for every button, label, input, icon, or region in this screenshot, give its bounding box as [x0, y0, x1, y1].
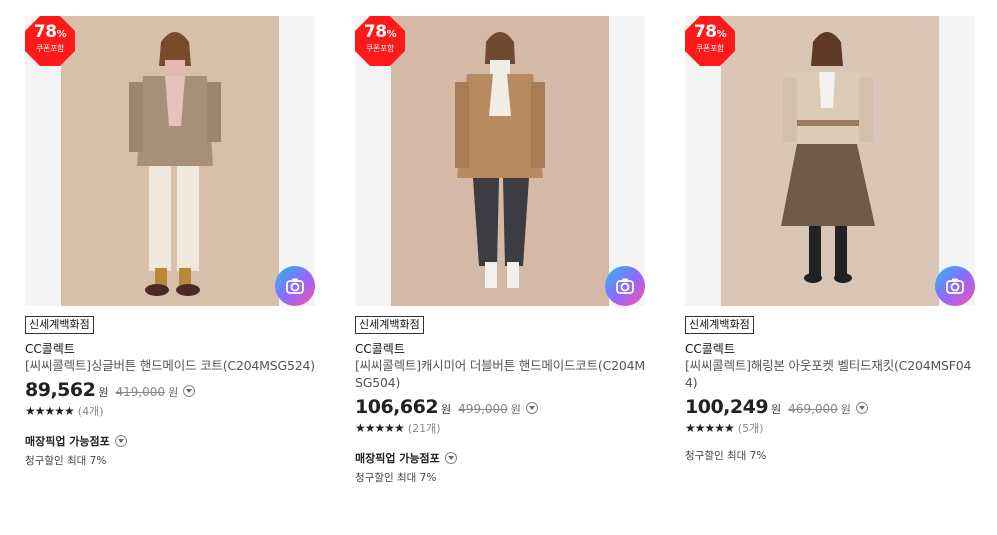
original-price: 419,000: [115, 385, 166, 399]
original-price-unit: 원: [168, 386, 179, 399]
price-info-chevron-icon[interactable]: [525, 402, 538, 414]
camera-icon: [286, 278, 304, 294]
review-count[interactable]: (5개): [738, 420, 764, 436]
product-name[interactable]: [씨씨콜렉트]싱글버튼 핸드메이드 코트(C204MSG524): [25, 357, 315, 374]
rating-stars-icon: ★★★★★: [355, 421, 405, 435]
discount-badge: 78% 쿠폰포함: [25, 16, 75, 66]
original-price: 469,000: [788, 402, 838, 416]
store-pickup[interactable]: 매장픽업 가능점포: [25, 433, 315, 449]
original-price: 499,000: [458, 402, 508, 416]
product-image[interactable]: 78% 쿠폰포함: [355, 16, 645, 306]
price-unit: 원: [98, 386, 109, 399]
discount-note: 쿠폰포함: [695, 44, 725, 53]
price-row: 89,562 원 419,000 원: [25, 379, 315, 401]
rating-stars-icon: ★★★★★: [25, 404, 75, 418]
price-info-chevron-icon[interactable]: [183, 385, 196, 397]
price-unit: 원: [771, 403, 782, 416]
store-pickup-label: 매장픽업 가능점포: [355, 452, 440, 465]
rating-stars-icon: ★★★★★: [685, 421, 735, 435]
product-name[interactable]: [씨씨콜렉트]캐시미어 더블버튼 핸드메이드코트(C204MSG504): [355, 357, 645, 391]
original-price-unit: 원: [840, 403, 851, 416]
product-image[interactable]: 78% 쿠폰포함: [25, 16, 315, 306]
original-price-unit: 원: [510, 403, 521, 416]
camera-search-button[interactable]: [605, 266, 645, 306]
pickup-chevron-icon[interactable]: [444, 452, 457, 464]
store-pickup-label: 매장픽업 가능점포: [25, 435, 110, 448]
sale-price: 106,662: [355, 396, 439, 418]
discount-note: 쿠폰포함: [365, 44, 395, 53]
discount-badge: 78% 쿠폰포함: [355, 16, 405, 66]
price-row: 106,662 원 499,000 원: [355, 396, 645, 418]
price-row: 100,249 원 469,000 원: [685, 396, 975, 418]
sale-price: 89,562: [25, 379, 96, 401]
store-pickup[interactable]: 매장픽업 가능점포: [355, 450, 645, 466]
product-image[interactable]: 78% 쿠폰포함: [685, 16, 975, 306]
price-unit: 원: [441, 403, 452, 416]
sale-price: 100,249: [685, 396, 769, 418]
camera-search-button[interactable]: [935, 266, 975, 306]
discount-badge: 78% 쿠폰포함: [685, 16, 735, 66]
store-tag: 신세계백화점: [685, 316, 754, 334]
store-tag: 신세계백화점: [355, 316, 424, 334]
review-count[interactable]: (21개): [408, 420, 441, 436]
discount-note: 쿠폰포함: [35, 44, 65, 53]
review-count[interactable]: (4개): [78, 403, 104, 419]
model-photo: [685, 16, 975, 306]
card-discount-info: 청구할인 최대 7%: [355, 472, 437, 484]
model-photo: [25, 16, 315, 306]
rating-row: ★★★★★ (4개): [25, 403, 315, 419]
brand-name[interactable]: CC콜렉트: [355, 341, 645, 357]
product-card[interactable]: 78% 쿠폰포함 신세계백화점 CC콜렉트 [씨씨콜렉트]캐시미어 더블버튼 핸…: [355, 16, 645, 485]
product-name[interactable]: [씨씨콜렉트]해링본 아웃포켓 벨티드재킷(C204MSF044): [685, 357, 975, 391]
rating-row: ★★★★★ (5개): [685, 420, 975, 436]
card-discount-info: 청구할인 최대 7%: [25, 455, 107, 467]
brand-name[interactable]: CC콜렉트: [25, 341, 315, 357]
product-grid: 78% 쿠폰포함 신세계백화점 CC콜렉트 [씨씨콜렉트]싱글버튼 핸드메이드 …: [0, 0, 997, 535]
product-card[interactable]: 78% 쿠폰포함 신세계백화점 CC콜렉트 [씨씨콜렉트]싱글버튼 핸드메이드 …: [25, 16, 315, 468]
product-card[interactable]: 78% 쿠폰포함 신세계백화점 CC콜렉트 [씨씨콜렉트]해링본 아웃포켓 벨티…: [685, 16, 975, 463]
discount-percent: 78%: [693, 22, 727, 42]
price-info-chevron-icon[interactable]: [855, 402, 868, 414]
discount-percent: 78%: [363, 22, 397, 42]
card-discount-info: 청구할인 최대 7%: [685, 450, 767, 462]
camera-search-button[interactable]: [275, 266, 315, 306]
rating-row: ★★★★★ (21개): [355, 420, 645, 436]
brand-name[interactable]: CC콜렉트: [685, 341, 975, 357]
camera-icon: [946, 278, 964, 294]
pickup-chevron-icon[interactable]: [114, 435, 127, 447]
store-tag: 신세계백화점: [25, 316, 94, 334]
discount-percent: 78%: [33, 22, 67, 42]
camera-icon: [616, 278, 634, 294]
model-photo: [355, 16, 645, 306]
